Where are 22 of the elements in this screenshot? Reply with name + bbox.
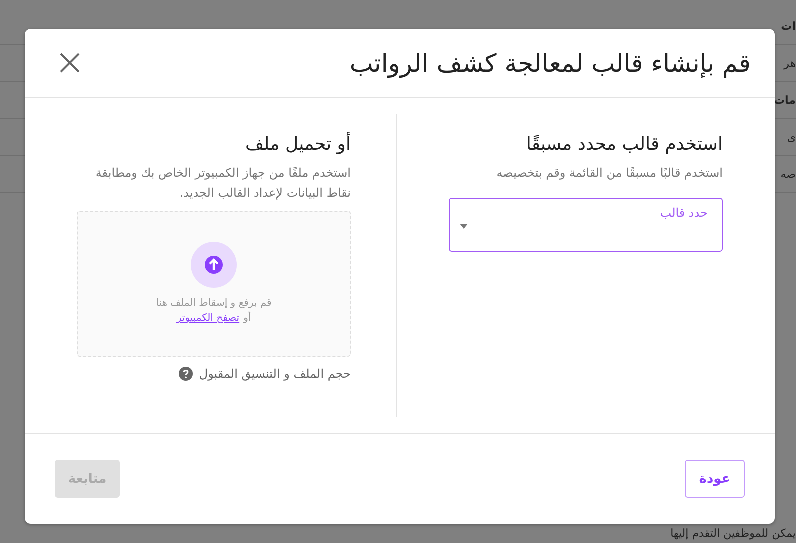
browse-link[interactable]: تصفح الكمبيوتر [176,313,240,324]
file-dropzone[interactable]: قم برفع و إسقاط الملف هنا أو تصفح الكمبيوتر [77,211,351,357]
upload-icon [191,242,237,288]
background-text: يمكن للموظفين التقدم إليها [670,527,796,540]
background-text: مات [774,94,796,106]
background-text: هر [784,56,796,70]
dropzone-text: قم برفع و إسقاط الملف هنا [156,298,272,309]
background-text: ات [781,20,796,32]
close-icon[interactable] [59,52,81,74]
section-heading: أو تحميل ملف [244,134,351,155]
back-button[interactable]: عودة [685,460,745,498]
help-text: حجم الملف و التنسيق المقبول [199,367,351,381]
dropzone-text: أو [244,313,252,324]
help-icon[interactable] [179,367,194,381]
section-heading: استخدم قالب محدد مسبقًا [525,134,723,155]
section-description: استخدم قالبًا مسبقًا من القائمة وقم بتخصيصه [496,165,723,182]
background-text: صه [780,168,796,180]
section-description: استخدم ملفًا من جهاز الكمبيوتر الخاص بك ومطابقة نقاط البيانات لإعداد القالب الجديد. [94,165,351,202]
dialog-title: قم بإنشاء قالب لمعالجة كشف الرواتب [350,48,751,78]
background-text: ى [787,130,796,144]
caret-icon [460,224,468,229]
template-select[interactable]: حدد قالب [449,198,723,252]
